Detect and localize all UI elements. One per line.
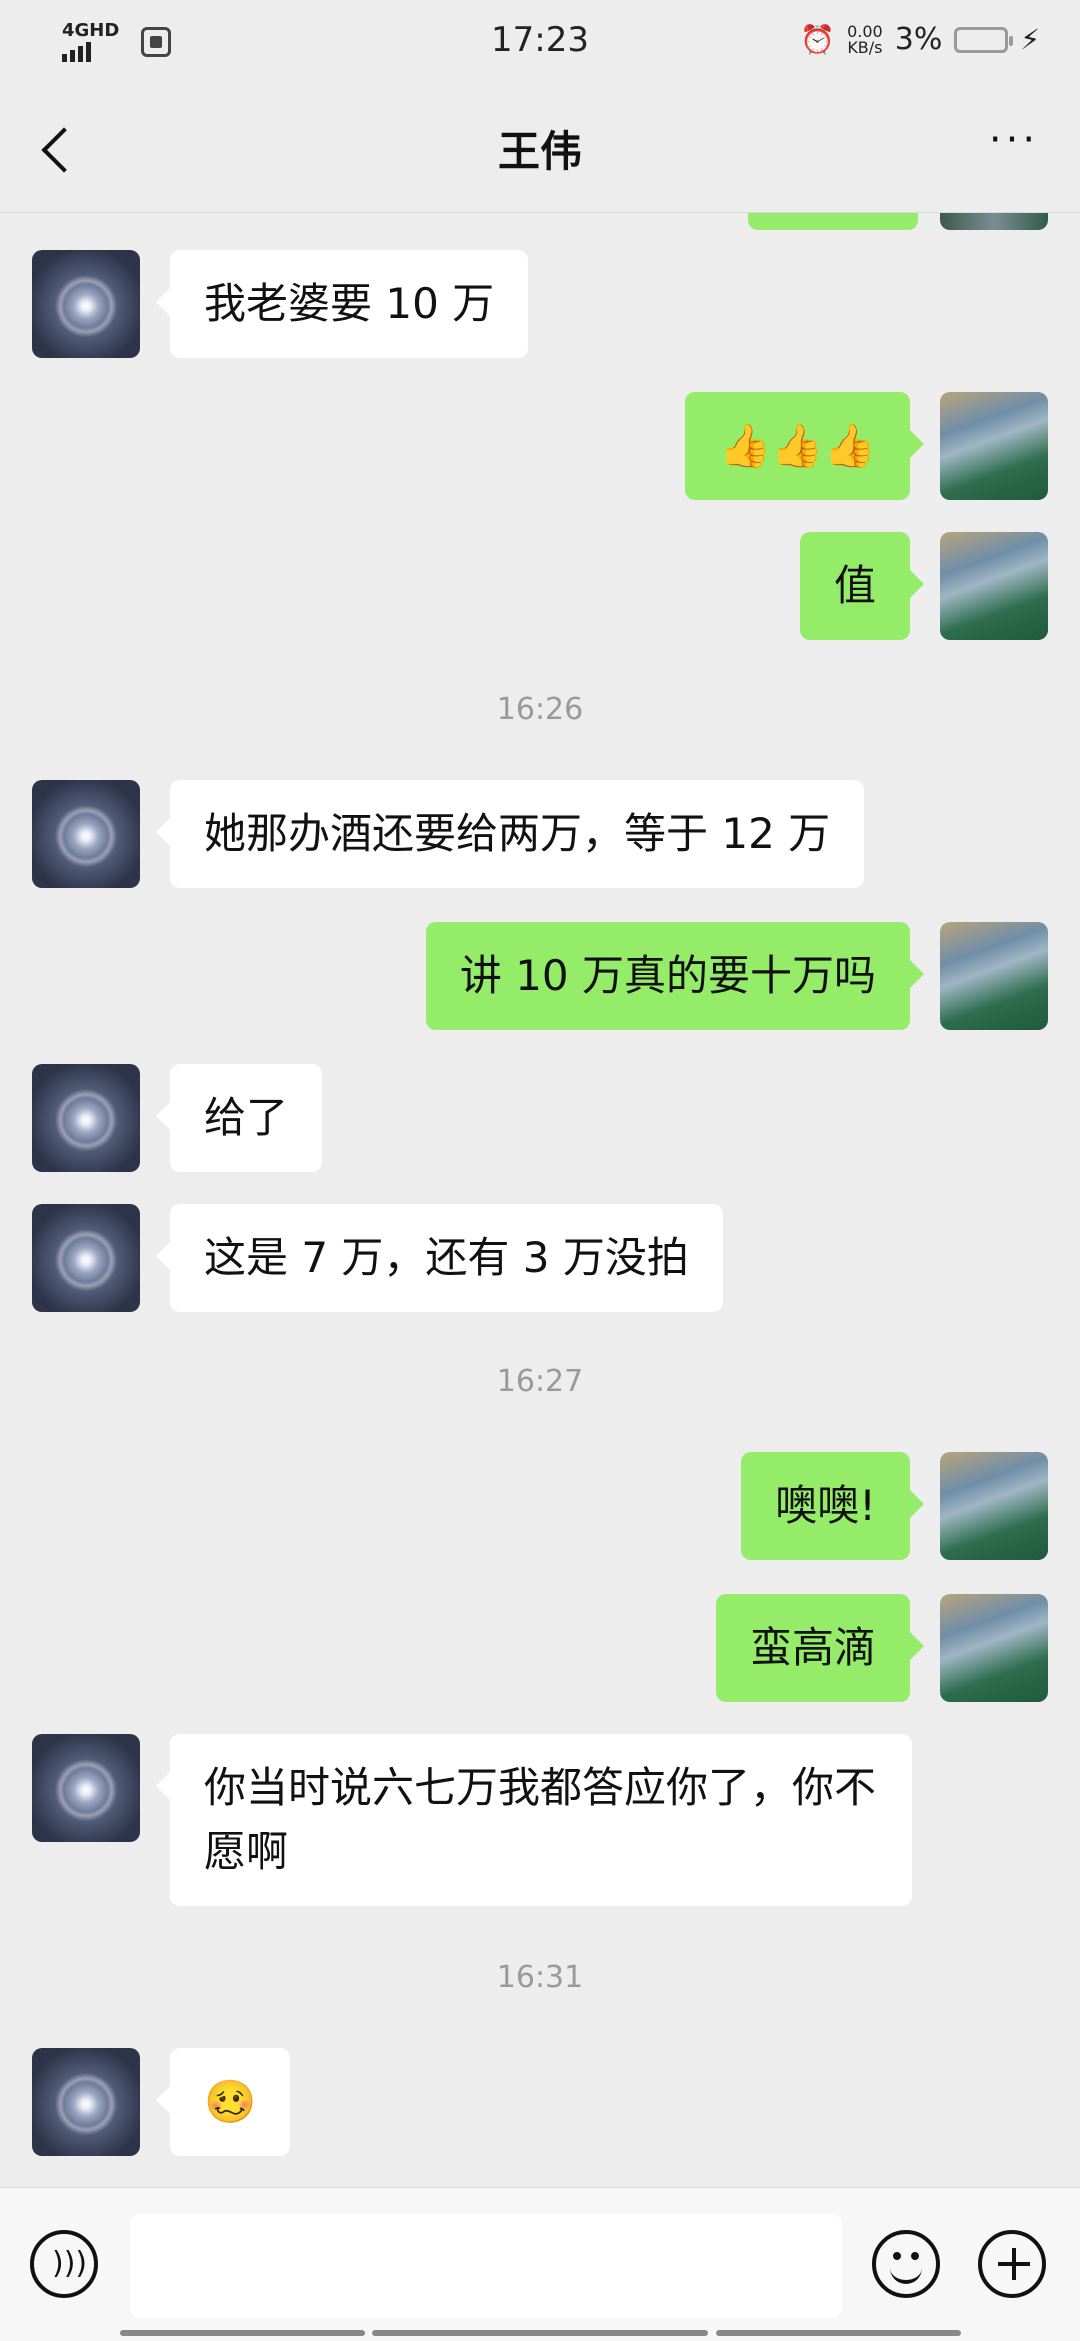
plus-icon[interactable] xyxy=(978,2230,1046,2298)
message-bubble[interactable]: 你当时说六七万我都答应你了，你不愿啊 xyxy=(156,1734,912,1906)
contact-avatar[interactable] xyxy=(32,250,140,358)
message-bubble[interactable]: 这是 7 万，还有 3 万没拍 xyxy=(156,1204,723,1312)
alarm-icon: ⏰ xyxy=(800,23,836,56)
message-bubble[interactable]: 她那办酒还要给两万，等于 12 万 xyxy=(155,780,865,888)
contact-avatar[interactable] xyxy=(32,1204,140,1312)
speed-unit: KB/s xyxy=(847,37,883,57)
chat-title: 王伟 xyxy=(497,127,582,176)
network-speed: 0.00 KB/s xyxy=(847,23,883,57)
message-bubble[interactable]: 蛮高滴 xyxy=(715,1594,925,1702)
contact-avatar[interactable] xyxy=(32,1064,140,1172)
charging-icon: ⚡ xyxy=(1020,23,1040,56)
voice-icon[interactable]: ))) xyxy=(30,2230,98,2298)
message-bubble[interactable]: 值 xyxy=(799,532,925,640)
contact-avatar[interactable] xyxy=(32,780,140,888)
gesture-bar xyxy=(716,2330,961,2336)
timestamp: 16:31 xyxy=(496,1960,584,1995)
battery-percent: 3% xyxy=(894,22,943,57)
input-bar: ))) xyxy=(0,2187,1080,2341)
status-right: ⏰ 0.00 KB/s 3% ⚡ xyxy=(800,22,1040,57)
contact-avatar[interactable] xyxy=(32,1734,140,1842)
emoji-icon[interactable] xyxy=(872,2230,940,2298)
previous-avatar-partial xyxy=(940,212,1048,230)
previous-message-partial xyxy=(748,212,918,230)
message-bubble[interactable]: 给了 xyxy=(155,1064,323,1172)
my-avatar[interactable] xyxy=(940,922,1048,1030)
contact-avatar[interactable] xyxy=(32,2048,140,2156)
my-avatar[interactable] xyxy=(940,532,1048,640)
message-list[interactable]: 我老婆要 10 万 👍👍👍 值 16:26 她那办酒还要给两万，等于 12 万 … xyxy=(0,212,1080,2187)
my-avatar[interactable] xyxy=(940,1452,1048,1560)
timestamp: 16:27 xyxy=(496,1364,584,1399)
message-bubble[interactable]: 🥴 xyxy=(155,2048,291,2156)
gesture-bar xyxy=(372,2330,708,2336)
battery-icon xyxy=(954,26,1014,53)
message-bubble[interactable]: 我老婆要 10 万 xyxy=(155,250,529,358)
my-avatar[interactable] xyxy=(940,1594,1048,1702)
message-bubble[interactable]: 讲 10 万真的要十万吗 xyxy=(425,922,925,1030)
more-icon[interactable]: ··· xyxy=(984,120,1044,160)
timestamp: 16:26 xyxy=(496,692,584,727)
gesture-bar xyxy=(120,2330,365,2336)
status-bar: 4GHD 17:23 ⏰ 0.00 KB/s 3% ⚡ xyxy=(0,0,1080,82)
my-avatar[interactable] xyxy=(940,392,1048,500)
message-input[interactable] xyxy=(130,2214,842,2318)
chat-header: 王伟 ··· xyxy=(0,82,1080,213)
message-bubble[interactable]: 噢噢! xyxy=(741,1452,924,1560)
message-bubble[interactable]: 👍👍👍 xyxy=(685,392,924,500)
